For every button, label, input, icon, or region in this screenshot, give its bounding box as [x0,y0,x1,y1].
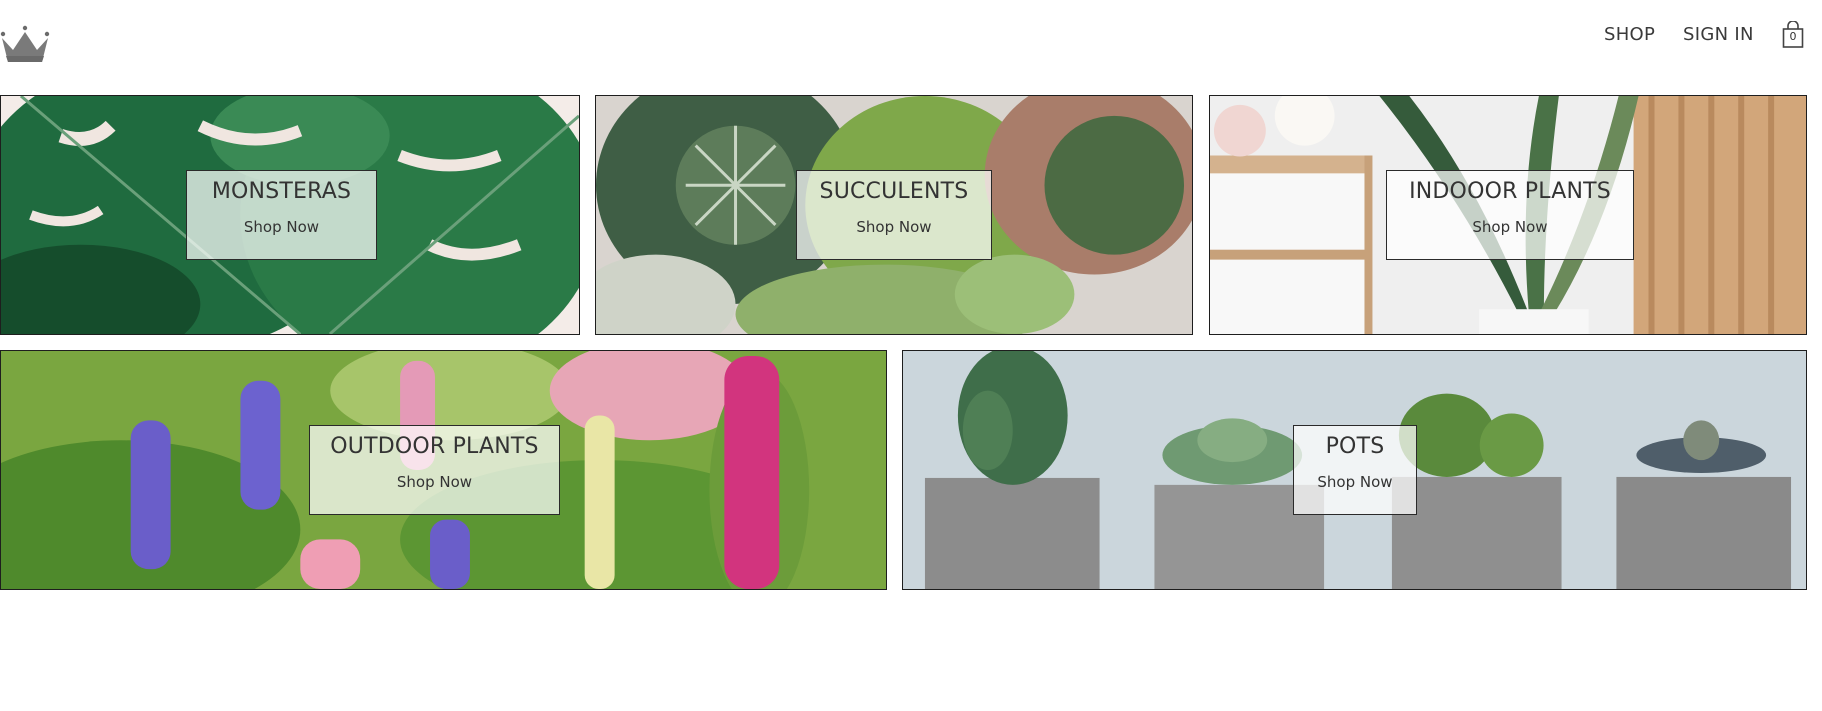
shop-now-link[interactable]: Shop Now [1387,218,1633,236]
crown-logo-icon[interactable] [0,22,50,64]
shop-now-link[interactable]: Shop Now [310,473,559,491]
indoor-plants-label-box[interactable]: INDOOOR PLANTS Shop Now [1386,170,1634,260]
monsteras-label-box[interactable]: MONSTERAS Shop Now [186,170,377,260]
page: SHOP SIGN IN 0 MONSTERAS Shop Now SUCCUL… [0,0,1822,711]
shop-now-link[interactable]: Shop Now [797,218,991,236]
shop-now-link[interactable]: Shop Now [1294,473,1416,491]
shop-now-link[interactable]: Shop Now [187,218,376,236]
nav-shop-link[interactable]: SHOP [1604,24,1655,45]
category-tile-indoor-plants[interactable]: INDOOOR PLANTS Shop Now [1209,95,1807,335]
nav-sign-in-link[interactable]: SIGN IN [1683,24,1754,45]
category-title: SUCCULENTS [819,179,969,204]
cart-button[interactable]: 0 [1782,20,1804,49]
category-title: MONSTERAS [211,179,352,204]
cart-count: 0 [1789,30,1797,43]
succulents-label-box[interactable]: SUCCULENTS Shop Now [796,170,992,260]
outdoor-plants-label-box[interactable]: OUTDOOR PLANTS Shop Now [309,425,560,515]
category-tile-pots[interactable]: POTS Shop Now [902,350,1807,590]
pots-label-box[interactable]: POTS Shop Now [1293,425,1417,515]
category-tile-outdoor-plants[interactable]: OUTDOOR PLANTS Shop Now [0,350,887,590]
category-title: POTS [1325,434,1385,459]
category-tile-succulents[interactable]: SUCCULENTS Shop Now [595,95,1193,335]
category-title: OUTDOOR PLANTS [330,434,539,459]
category-tile-monsteras[interactable]: MONSTERAS Shop Now [0,95,580,335]
category-title: INDOOOR PLANTS [1409,179,1611,204]
